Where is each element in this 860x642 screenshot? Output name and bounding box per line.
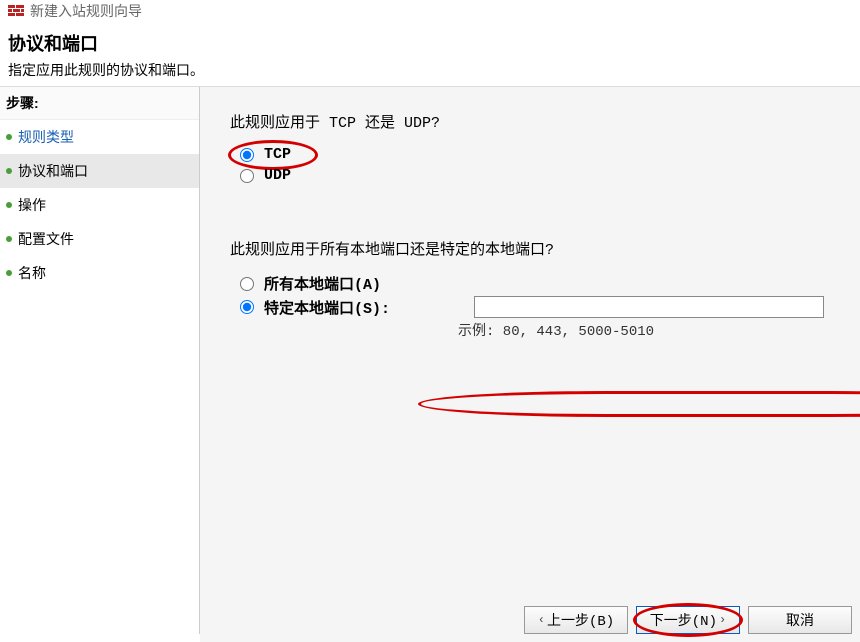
radio-udp-label: UDP [264, 167, 291, 184]
next-button[interactable]: 下一步(N) › [636, 606, 740, 634]
port-question: 此规则应用于所有本地端口还是特定的本地端口? [230, 238, 830, 259]
radio-udp-row[interactable]: UDP [240, 167, 830, 184]
cancel-button[interactable]: 取消 [748, 606, 852, 634]
firewall-icon [8, 3, 24, 19]
sidebar-item-label: 配置文件 [18, 231, 74, 247]
window-title: 新建入站规则向导 [30, 1, 142, 21]
radio-tcp-row[interactable]: TCP [240, 146, 830, 163]
chevron-right-icon: › [719, 613, 726, 627]
sidebar-item-label: 协议和端口 [18, 163, 88, 179]
page-subtitle: 指定应用此规则的协议和端口。 [8, 60, 852, 80]
window-titlebar: 新建入站规则向导 [0, 0, 860, 22]
specific-port-input[interactable] [474, 296, 824, 318]
sidebar-item-protocol-port[interactable]: 协议和端口 [0, 154, 199, 188]
radio-specific-ports[interactable] [240, 300, 254, 314]
sidebar-item-action[interactable]: 操作 [0, 188, 199, 222]
main-panel: 此规则应用于 TCP 还是 UDP? TCP UDP 此规则应用于所有本地端口还… [200, 87, 860, 634]
radio-tcp-label: TCP [264, 146, 291, 163]
radio-all-ports[interactable] [240, 277, 254, 291]
steps-sidebar: 步骤: 规则类型 协议和端口 操作 配置文件 名称 [0, 87, 200, 634]
wizard-footer: ‹ 上一步(B) 下一步(N) › 取消 [200, 598, 860, 642]
radio-all-ports-row[interactable]: 所有本地端口(A) [240, 273, 830, 294]
radio-tcp[interactable] [240, 148, 254, 162]
next-button-label: 下一步(N) [650, 610, 717, 630]
page-title: 协议和端口 [8, 30, 852, 56]
port-example-text: 示例: 80, 443, 5000-5010 [458, 320, 830, 340]
wizard-header: 协议和端口 指定应用此规则的协议和端口。 [0, 22, 860, 86]
sidebar-item-label: 规则类型 [18, 129, 74, 145]
back-button[interactable]: ‹ 上一步(B) [524, 606, 628, 634]
radio-specific-ports-label: 特定本地端口(S): [264, 297, 390, 318]
protocol-radio-group: TCP UDP [240, 146, 830, 188]
protocol-question: 此规则应用于 TCP 还是 UDP? [230, 111, 830, 132]
radio-udp[interactable] [240, 169, 254, 183]
sidebar-item-rule-type[interactable]: 规则类型 [0, 120, 199, 154]
annotation-ellipse-icon [418, 391, 860, 417]
sidebar-item-name[interactable]: 名称 [0, 256, 199, 290]
cancel-button-label: 取消 [786, 610, 814, 630]
sidebar-header: 步骤: [0, 87, 199, 120]
sidebar-item-label: 名称 [18, 265, 46, 281]
radio-specific-ports-row[interactable]: 特定本地端口(S): [240, 296, 830, 318]
sidebar-item-profile[interactable]: 配置文件 [0, 222, 199, 256]
radio-all-ports-label: 所有本地端口(A) [264, 273, 381, 294]
back-button-label: 上一步(B) [547, 610, 614, 630]
chevron-left-icon: ‹ [538, 613, 545, 627]
sidebar-item-label: 操作 [18, 197, 46, 213]
